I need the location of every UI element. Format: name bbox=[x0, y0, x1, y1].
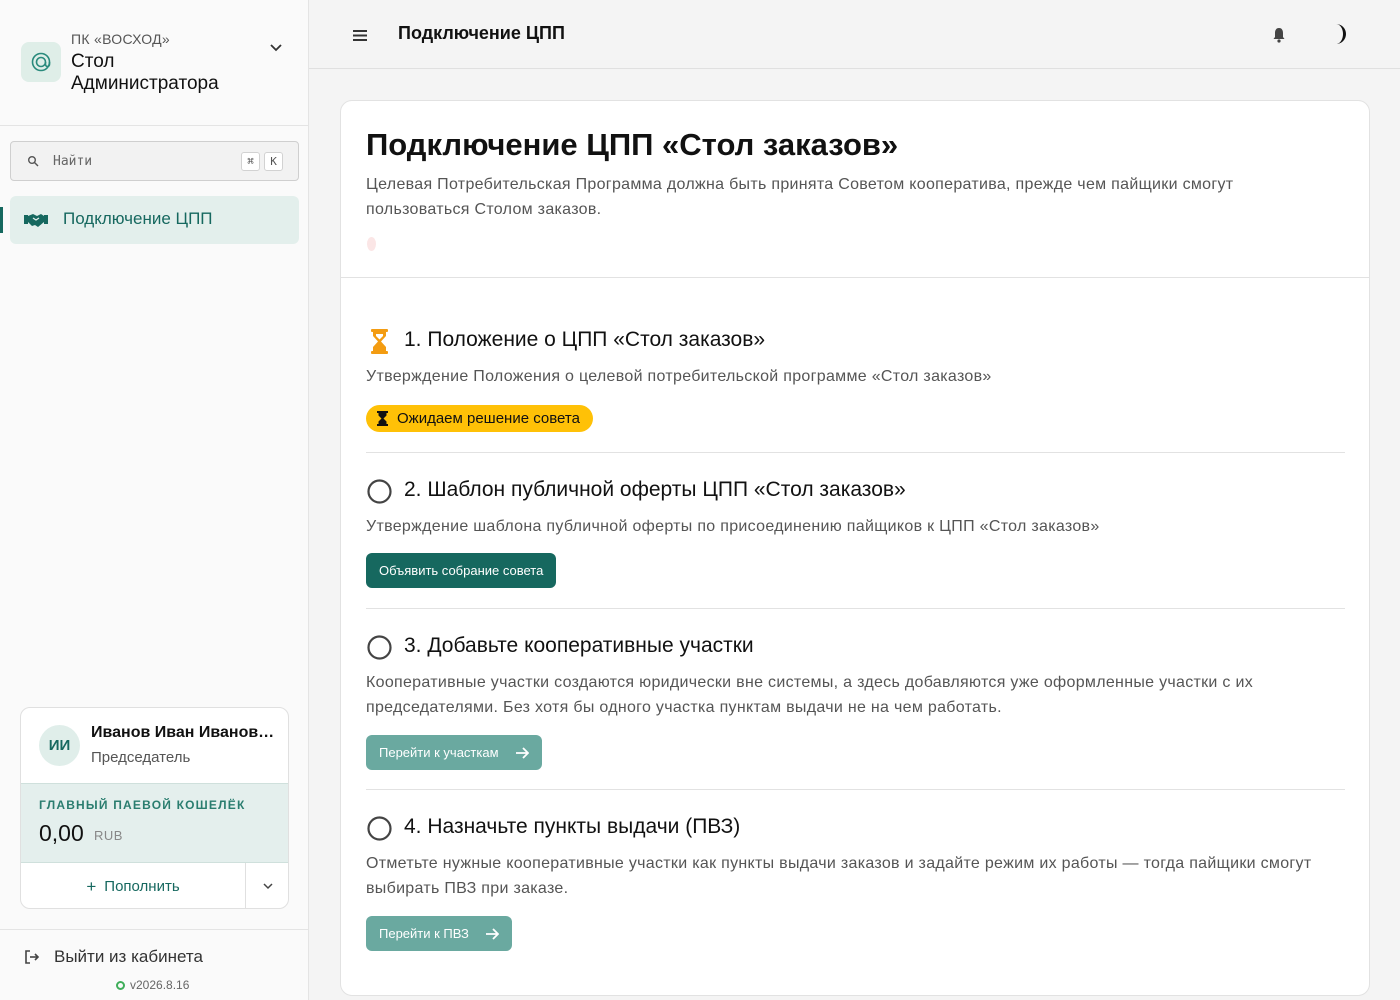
chevron-down-icon[interactable] bbox=[266, 38, 286, 58]
progress-indicator bbox=[367, 237, 376, 251]
status-indicator-icon bbox=[116, 980, 125, 990]
card-description: Целевая Потребительская Программа должна… bbox=[366, 176, 1234, 218]
user-role: Председатель bbox=[91, 749, 191, 766]
button-label: Перейти к ПВЗ bbox=[379, 926, 469, 941]
hourglass-icon bbox=[377, 411, 388, 426]
button-label: Перейти к участкам bbox=[379, 745, 499, 760]
topup-button[interactable]: + Пополнить bbox=[21, 863, 246, 908]
status-badge-label: Ожидаем решение совета bbox=[397, 410, 580, 427]
handshake-icon bbox=[24, 214, 48, 227]
top-header: Подключение ЦПП bbox=[309, 0, 1400, 69]
version-label: v2026.8.16 bbox=[130, 978, 190, 992]
app-version: v2026.8.16 bbox=[116, 978, 189, 992]
divider bbox=[0, 929, 308, 930]
divider bbox=[366, 789, 1345, 790]
step-description: Отметьте нужные кооперативные участки ка… bbox=[366, 855, 1312, 897]
sidebar-item-cpp-connection[interactable]: Подключение ЦПП bbox=[10, 196, 299, 244]
menu-icon[interactable] bbox=[349, 24, 371, 46]
shortcut-key: K bbox=[264, 152, 283, 171]
moon-icon[interactable] bbox=[1325, 20, 1353, 48]
announce-council-meeting-button[interactable]: Объявить собрание совета bbox=[366, 553, 557, 588]
empty-circle-icon bbox=[367, 816, 392, 841]
divider bbox=[366, 452, 1345, 453]
logout-icon bbox=[25, 950, 40, 964]
step-description: Кооперативные участки создаются юридичес… bbox=[366, 674, 1253, 716]
step-description: Утверждение шаблона публичной оферты по … bbox=[366, 518, 1100, 535]
bell-icon[interactable] bbox=[1269, 25, 1289, 45]
user-name: Иванов Иван Иванович bbox=[91, 724, 276, 741]
status-badge: Ожидаем решение совета bbox=[366, 405, 593, 432]
hourglass-icon bbox=[371, 329, 388, 354]
step-description: Утверждение Положения о целевой потребит… bbox=[366, 368, 992, 385]
sidebar-item-label: Подключение ЦПП bbox=[63, 209, 213, 228]
topup-menu-button[interactable] bbox=[246, 863, 288, 908]
organization-name: ПК «ВОСХОД» bbox=[71, 31, 171, 47]
step-title: 3. Добавьте кооперативные участки bbox=[404, 634, 754, 657]
cpp-connection-card: Подключение ЦПП «Стол заказов» Целевая П… bbox=[340, 100, 1370, 996]
shortcut-mod-key: ⌘ bbox=[241, 152, 260, 171]
empty-circle-icon bbox=[367, 635, 392, 660]
search-input[interactable] bbox=[53, 150, 233, 172]
empty-circle-icon bbox=[367, 479, 392, 504]
wallet-currency: RUB bbox=[94, 828, 123, 843]
wallet-label: ГЛАВНЫЙ ПАЕВОЙ КОШЕЛЁК bbox=[39, 798, 246, 812]
card-title: Подключение ЦПП «Стол заказов» bbox=[366, 127, 899, 162]
step-title: 2. Шаблон публичной оферты ЦПП «Стол зак… bbox=[404, 478, 906, 501]
search-icon bbox=[28, 156, 39, 167]
brand-switcher[interactable]: ПК «ВОСХОД» Стол Администратора bbox=[0, 0, 308, 126]
go-to-plots-button[interactable]: Перейти к участкам bbox=[366, 735, 542, 770]
divider bbox=[366, 608, 1345, 609]
workspace-title: Стол Администратора bbox=[71, 51, 219, 94]
topup-label: Пополнить bbox=[104, 878, 180, 895]
arrow-right-icon bbox=[515, 746, 529, 759]
search-box[interactable]: ⌘ K bbox=[10, 141, 299, 181]
plus-icon: + bbox=[86, 876, 97, 896]
divider bbox=[341, 277, 1369, 278]
wallet-panel: ГЛАВНЫЙ ПАЕВОЙ КОШЕЛЁК 0,00 RUB bbox=[21, 783, 288, 863]
page-title: Подключение ЦПП bbox=[398, 23, 565, 43]
go-to-pickup-points-button[interactable]: Перейти к ПВЗ bbox=[366, 916, 512, 951]
user-card: ИИ Иванов Иван Иванович Председатель ГЛА… bbox=[20, 707, 289, 909]
wallet-amount: 0,00 bbox=[39, 820, 84, 846]
cooperative-logo-icon bbox=[21, 42, 61, 82]
chevron-down-icon bbox=[263, 883, 273, 890]
step-title: 1. Положение о ЦПП «Стол заказов» bbox=[404, 328, 766, 351]
logout-label: Выйти из кабинета bbox=[54, 947, 203, 966]
avatar: ИИ bbox=[39, 725, 80, 766]
arrow-right-icon bbox=[485, 927, 499, 940]
sidebar: ПК «ВОСХОД» Стол Администратора ⌘ K Подк… bbox=[0, 0, 309, 1000]
button-label: Объявить собрание совета bbox=[379, 563, 544, 578]
logout-button[interactable]: Выйти из кабинета bbox=[24, 947, 203, 967]
step-title: 4. Назначьте пункты выдачи (ПВЗ) bbox=[404, 815, 741, 838]
active-nav-indicator bbox=[0, 207, 3, 233]
